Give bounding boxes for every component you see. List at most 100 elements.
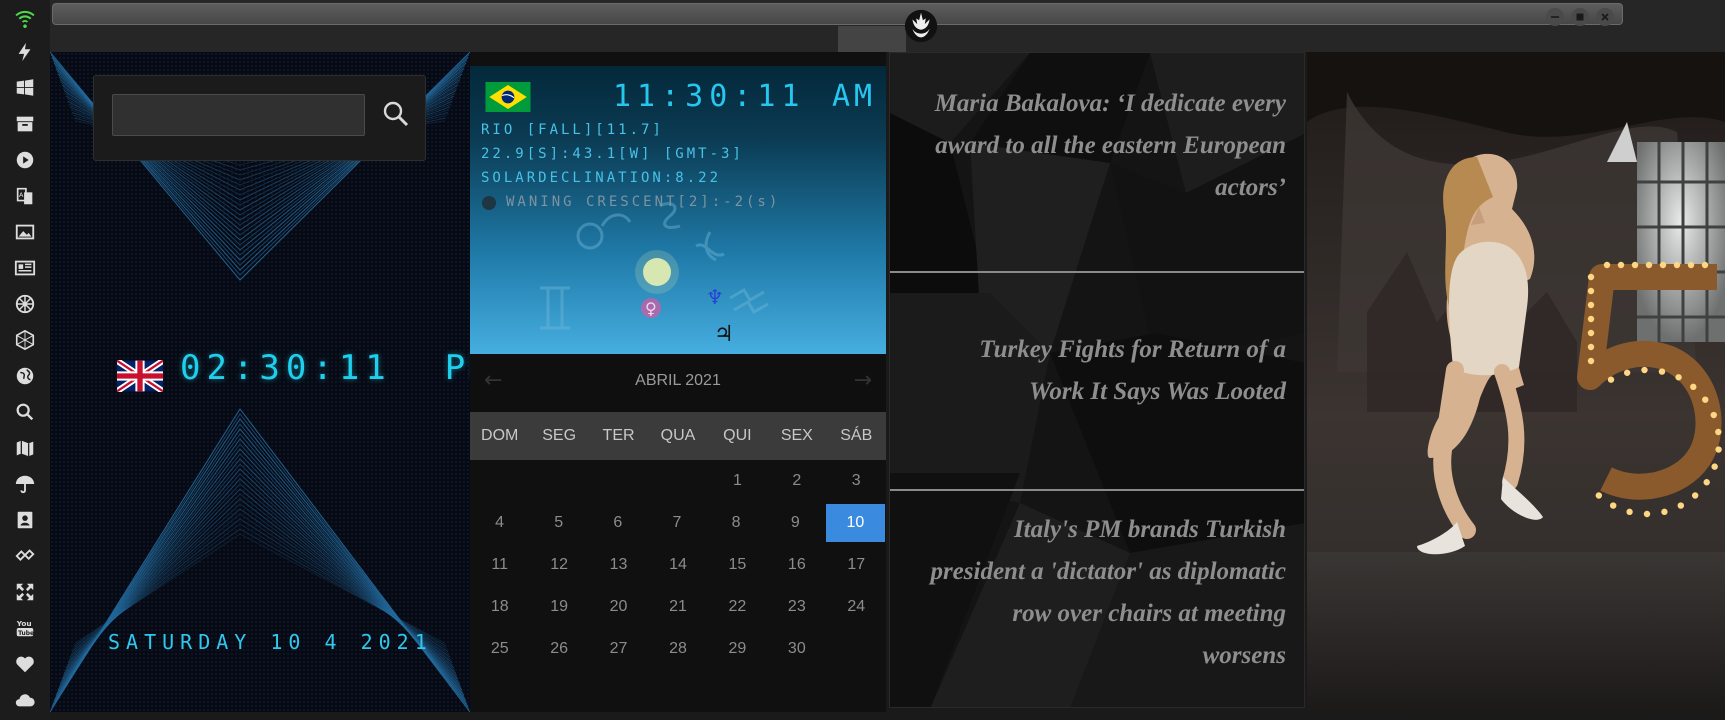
image-icon[interactable] bbox=[10, 217, 40, 247]
news-icon[interactable] bbox=[10, 253, 40, 283]
calendar-day[interactable]: 28 bbox=[648, 628, 707, 670]
link-icon[interactable] bbox=[10, 541, 40, 571]
translate-icon[interactable]: A bbox=[10, 181, 40, 211]
top-search-bar[interactable] bbox=[52, 3, 1623, 25]
news-panel: Maria Bakalova: ‘I dedicate every award … bbox=[889, 52, 1305, 708]
minimize-button[interactable] bbox=[1546, 8, 1564, 26]
archive-icon[interactable] bbox=[10, 109, 40, 139]
calendar-day[interactable]: 1 bbox=[708, 460, 767, 502]
calendar-day-today[interactable]: 10 bbox=[825, 504, 885, 542]
svg-text:♆: ♆ bbox=[706, 285, 724, 309]
calendar-day bbox=[589, 460, 648, 502]
calendar-day[interactable]: 12 bbox=[529, 544, 588, 586]
calendar-day[interactable]: 18 bbox=[470, 586, 529, 628]
windows-icon[interactable] bbox=[10, 73, 40, 103]
brazil-flag-icon bbox=[485, 82, 531, 112]
calendar-day[interactable]: 13 bbox=[589, 544, 648, 586]
calendar-header: ← ABRIL 2021 → bbox=[470, 354, 886, 412]
next-month-button[interactable]: → bbox=[854, 368, 872, 393]
calendar-weekday: SÁB bbox=[840, 427, 873, 444]
uk-flag-icon bbox=[117, 360, 163, 392]
wifi-icon[interactable] bbox=[10, 3, 40, 33]
lightning-icon[interactable] bbox=[10, 37, 40, 67]
logo-tab[interactable] bbox=[838, 26, 906, 52]
contacts-icon[interactable] bbox=[10, 505, 40, 535]
calendar-day[interactable]: 27 bbox=[589, 628, 648, 670]
map-icon[interactable] bbox=[10, 433, 40, 463]
calendar-day bbox=[648, 460, 707, 502]
close-button[interactable] bbox=[1596, 8, 1614, 26]
top-bar bbox=[50, 0, 1725, 52]
search-icon[interactable] bbox=[10, 397, 40, 427]
youtube-icon[interactable]: You Tube bbox=[10, 613, 40, 643]
search-button[interactable] bbox=[378, 96, 414, 132]
photo-panel[interactable] bbox=[1307, 52, 1725, 712]
calendar-day[interactable]: 7 bbox=[647, 502, 706, 544]
fashion-photo bbox=[1307, 52, 1725, 712]
calendar-day[interactable]: 30 bbox=[767, 628, 826, 670]
calendar-day[interactable]: 15 bbox=[708, 544, 767, 586]
search-input[interactable] bbox=[112, 94, 365, 136]
calendar-day[interactable]: 20 bbox=[589, 586, 648, 628]
calendar-day[interactable]: 25 bbox=[470, 628, 529, 670]
moon-phase-icon bbox=[482, 196, 496, 210]
world-time: 11:30:11 bbox=[613, 79, 806, 114]
calendar-day[interactable]: 24 bbox=[827, 586, 886, 628]
coordinates-line: 22.9[S]:43.1[W] [GMT-3] bbox=[481, 146, 744, 162]
calendar-day[interactable]: 8 bbox=[707, 502, 766, 544]
calendar-month: ABRIL 2021 bbox=[635, 372, 721, 389]
play-icon[interactable] bbox=[10, 145, 40, 175]
calendar-day[interactable]: 6 bbox=[588, 502, 647, 544]
world-clock-calendar-panel: ♀ ♆ ♃ 11:30:11 AM RIO [FALL][11.7] 22.9[… bbox=[470, 52, 886, 712]
solar-declination-line: SOLARDECLINATION:8.22 bbox=[481, 170, 722, 186]
news-item[interactable]: Maria Bakalova: ‘I dedicate every award … bbox=[926, 83, 1286, 209]
moon-phase-line: WANING CRESCENT[2]:-2(s) bbox=[506, 194, 781, 210]
location-line: RIO [FALL][11.7] bbox=[481, 122, 664, 138]
calendar-day[interactable]: 26 bbox=[529, 628, 588, 670]
news-divider bbox=[890, 489, 1304, 491]
svg-text:Tube: Tube bbox=[18, 630, 34, 637]
local-date: SATURDAY 10 4 2021 bbox=[108, 630, 433, 654]
calendar-weekday: SEX bbox=[780, 427, 813, 444]
calendar-day[interactable]: 9 bbox=[766, 502, 825, 544]
news-item[interactable]: Turkey Fights for Return of a Work It Sa… bbox=[926, 329, 1286, 413]
maximize-button[interactable] bbox=[1571, 8, 1589, 26]
expand-icon[interactable] bbox=[10, 577, 40, 607]
calendar-day[interactable]: 23 bbox=[767, 586, 826, 628]
calendar-day[interactable]: 29 bbox=[708, 628, 767, 670]
calendar-day[interactable]: 21 bbox=[648, 586, 707, 628]
clock-panel: 02:30:11 PM SATURDAY 10 4 2021 bbox=[50, 52, 470, 712]
svg-text:♃: ♃ bbox=[714, 322, 734, 347]
calendar-weekday: QUI bbox=[723, 427, 752, 444]
heart-icon[interactable] bbox=[10, 649, 40, 679]
empire-icon[interactable] bbox=[10, 289, 40, 319]
icon-rail: A You Tube bbox=[0, 0, 50, 720]
news-item[interactable]: Italy's PM brands Turkish president a 'd… bbox=[926, 509, 1286, 677]
calendar-weekdays: DOM SEG TER QUA QUI SEX SÁB bbox=[470, 412, 886, 460]
calendar-day[interactable]: 17 bbox=[827, 544, 886, 586]
calendar-week-row: 11 12 13 14 15 16 17 bbox=[470, 544, 886, 586]
calendar-day[interactable]: 22 bbox=[708, 586, 767, 628]
calendar-day[interactable]: 11 bbox=[470, 544, 529, 586]
calendar-day[interactable]: 19 bbox=[529, 586, 588, 628]
calendar-day[interactable]: 14 bbox=[648, 544, 707, 586]
cloud-icon[interactable] bbox=[10, 685, 40, 715]
calendar-day[interactable]: 4 bbox=[470, 502, 529, 544]
calendar-weekday: SEG bbox=[542, 427, 577, 444]
calendar-day[interactable]: 5 bbox=[529, 502, 588, 544]
globe-icon[interactable] bbox=[10, 361, 40, 391]
umbrella-icon[interactable] bbox=[10, 469, 40, 499]
calendar-day bbox=[827, 628, 886, 670]
calendar-grid: 1 2 3 4 5 6 7 8 9 10 11 12 13 14 15 16 17 18 19 20 21 22 23 24 2… bbox=[470, 460, 886, 670]
calendar-day[interactable]: 16 bbox=[767, 544, 826, 586]
calendar-weekday: DOM bbox=[481, 427, 519, 444]
calendar-day bbox=[529, 460, 588, 502]
rebel-alliance-icon[interactable] bbox=[902, 7, 940, 45]
world-ampm: AM bbox=[832, 79, 877, 114]
local-time: 02:30:11 PM bbox=[180, 348, 470, 388]
calendar-day[interactable]: 3 bbox=[827, 460, 886, 502]
hexagon-icon[interactable] bbox=[10, 325, 40, 355]
calendar-weekday: TER bbox=[602, 427, 635, 444]
search-box bbox=[93, 75, 426, 161]
calendar-day[interactable]: 2 bbox=[767, 460, 826, 502]
